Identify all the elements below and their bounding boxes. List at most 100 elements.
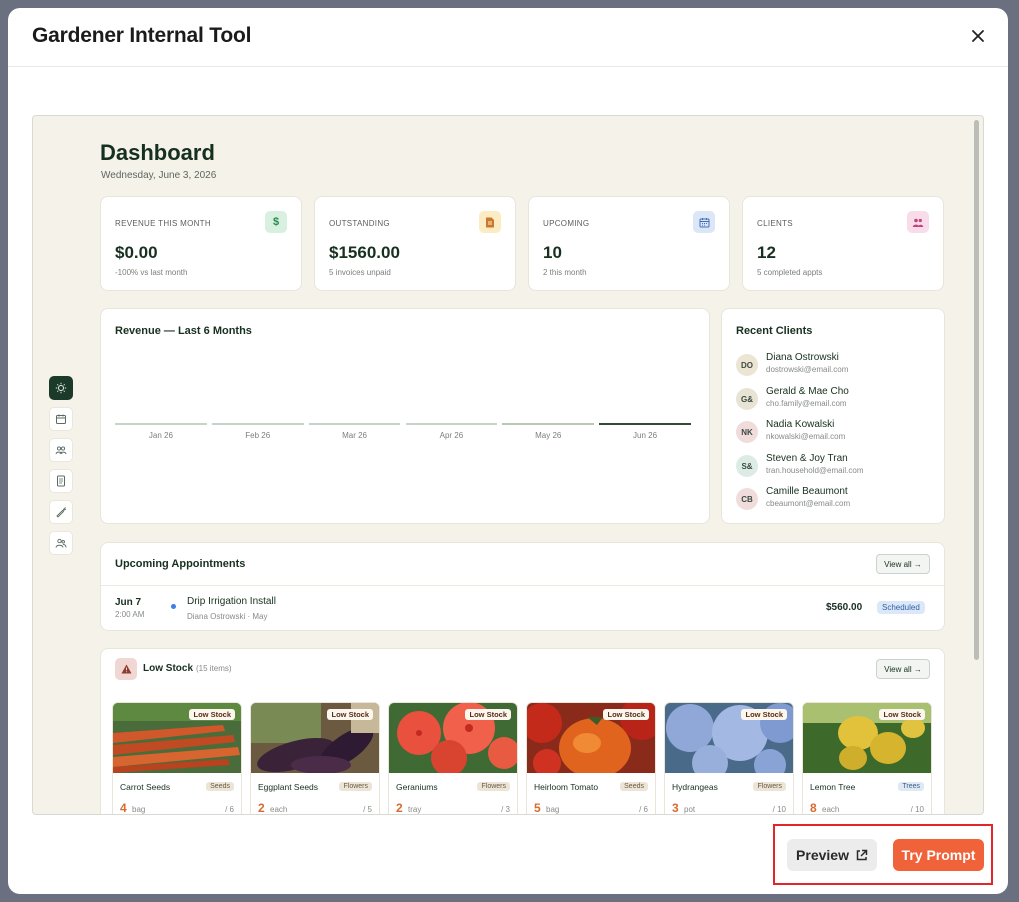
client-row[interactable]: NK Nadia Kowalski nkowalski@email.com — [736, 419, 936, 445]
avatar: S& — [736, 455, 758, 477]
document-icon — [57, 475, 65, 487]
stat-label: UPCOMING — [543, 219, 590, 228]
close-button[interactable] — [966, 24, 990, 48]
product-name: Geraniums — [396, 782, 438, 792]
stat-label: CLIENTS — [757, 219, 793, 228]
appointment-month: May — [252, 612, 268, 621]
client-row[interactable]: CB Camille Beaumont cbeaumont@email.com — [736, 486, 936, 512]
divider — [101, 585, 944, 586]
stat-label: REVENUE THIS MONTH — [115, 219, 211, 228]
product-card[interactable]: Low Stock Geraniums Flowers 2 tray / 3 — [388, 702, 518, 814]
category-badge: Trees — [898, 782, 924, 791]
product-unit: bag — [132, 805, 146, 814]
chart-tick-label: Mar 26 — [342, 431, 368, 440]
appointment-client: Diana Ostrowski — [187, 612, 246, 621]
appointment-amount: $560.00 — [826, 602, 863, 613]
low-stock-badge: Low Stock — [879, 709, 925, 720]
product-quantity: 2 — [258, 801, 265, 815]
chart-tick-label: Jan 26 — [148, 431, 173, 440]
dollar-icon: $ — [265, 211, 287, 233]
close-icon — [972, 30, 984, 42]
product-name: Eggplant Seeds — [258, 782, 319, 792]
stat-value: $0.00 — [115, 243, 158, 262]
nav-clients[interactable] — [49, 438, 73, 462]
product-quantity: 4 — [120, 801, 127, 815]
product-card[interactable]: Low Stock Carrot Seeds Seeds 4 bag / 6 — [112, 702, 242, 815]
chart-tick-label: Jun 26 — [633, 431, 658, 440]
avatar: CB — [736, 488, 758, 510]
chart-title: Revenue — Last 6 Months — [115, 325, 252, 337]
product-unit: each — [270, 805, 288, 814]
stat-card-outstanding: OUTSTANDING $1560.00 5 invoices unpaid — [314, 196, 516, 291]
client-email: dostrowski@email.com — [766, 365, 849, 374]
client-row[interactable]: DO Diana Ostrowski dostrowski@email.com — [736, 352, 936, 378]
product-card[interactable]: Low Stock Lemon Tree Trees 8 each / 10 — [802, 702, 932, 815]
nav-invoices[interactable] — [49, 469, 73, 493]
nav-inventory[interactable] — [49, 500, 73, 524]
preview-scrollbar[interactable] — [973, 118, 981, 812]
product-name: Heirloom Tomato — [534, 782, 599, 792]
dashboard-title: Dashboard — [100, 140, 215, 165]
client-email: cbeaumont@email.com — [766, 499, 851, 508]
status-badge: Scheduled — [877, 601, 925, 614]
product-name: Carrot Seeds — [120, 782, 171, 792]
scrollbar-thumb[interactable] — [974, 120, 979, 660]
stat-sub: -100% vs last month — [115, 268, 188, 277]
product-max: / 3 — [501, 805, 510, 814]
chart-tick-label: Feb 26 — [245, 431, 271, 440]
users-icon — [907, 211, 929, 233]
external-link-icon — [856, 849, 868, 860]
appointment-meta: Diana Ostrowski · May — [187, 612, 268, 621]
side-nav — [49, 376, 75, 562]
dashboard-date: Wednesday, June 3, 2026 — [101, 170, 217, 181]
preview-button[interactable]: Preview — [787, 839, 877, 871]
clients-title: Recent Clients — [736, 325, 813, 337]
product-card[interactable]: Low Stock Heirloom Tomato Seeds 5 bag / … — [526, 702, 656, 815]
product-quantity: 5 — [534, 801, 541, 815]
product-card[interactable]: Low Stock Eggplant Seeds Flowers 2 each … — [250, 702, 380, 815]
low-stock-badge: Low Stock — [189, 709, 235, 720]
product-max: / 10 — [772, 805, 786, 814]
stat-value: $1560.00 — [329, 243, 400, 262]
revenue-chart: Jan 26 Feb 26 Mar 26 Apr 26 May 26 Jun 26 — [115, 349, 696, 449]
meta-separator: · — [247, 612, 251, 621]
product-quantity: 8 — [810, 801, 817, 815]
appointments-panel: Upcoming Appointments View all → Jun 7 2… — [100, 542, 945, 631]
stat-sub: 2 this month — [543, 268, 587, 277]
app-preview[interactable]: Dashboard Wednesday, June 3, 2026 REVENU… — [32, 115, 984, 815]
stat-value: 10 — [543, 243, 562, 262]
stat-value: 12 — [757, 243, 776, 262]
client-name: Camille Beaumont — [766, 486, 848, 497]
appointment-time: 2:00 AM — [115, 610, 145, 619]
product-unit: tray — [408, 805, 422, 814]
client-row[interactable]: G& Gerald & Mae Cho cho.family@email.com — [736, 386, 936, 412]
product-quantity: 3 — [672, 801, 679, 815]
chart-tick-label: May 26 — [535, 431, 562, 440]
product-max: / 6 — [225, 805, 234, 814]
low-stock-view-all-button[interactable]: View all → — [876, 659, 930, 679]
product-unit: each — [822, 805, 840, 814]
category-badge: Seeds — [206, 782, 234, 791]
calendar-icon — [693, 211, 715, 233]
try-prompt-button[interactable]: Try Prompt — [893, 839, 984, 871]
product-card[interactable]: Low Stock Hydrangeas Flowers 3 pot / 10 — [664, 702, 794, 815]
avatar: G& — [736, 388, 758, 410]
stat-sub: 5 completed appts — [757, 268, 823, 277]
category-badge: Flowers — [753, 782, 786, 791]
client-name: Gerald & Mae Cho — [766, 386, 849, 397]
product-max: / 10 — [910, 805, 924, 814]
modal-header: Gardener Internal Tool — [8, 8, 1008, 67]
product-unit: pot — [684, 805, 696, 814]
client-row[interactable]: S& Steven & Joy Tran tran.household@emai… — [736, 453, 936, 479]
client-name: Diana Ostrowski — [766, 352, 839, 363]
nav-schedule[interactable] — [49, 407, 73, 431]
calendar-icon — [56, 414, 66, 424]
appointments-view-all-button[interactable]: View all → — [876, 554, 930, 574]
preview-label: Preview — [796, 847, 849, 863]
team-icon — [55, 538, 67, 548]
stat-label: OUTSTANDING — [329, 219, 390, 228]
appointment-date: Jun 7 — [115, 597, 142, 608]
nav-dashboard[interactable] — [49, 376, 73, 400]
appointments-title: Upcoming Appointments — [115, 558, 246, 570]
nav-team[interactable] — [49, 531, 73, 555]
